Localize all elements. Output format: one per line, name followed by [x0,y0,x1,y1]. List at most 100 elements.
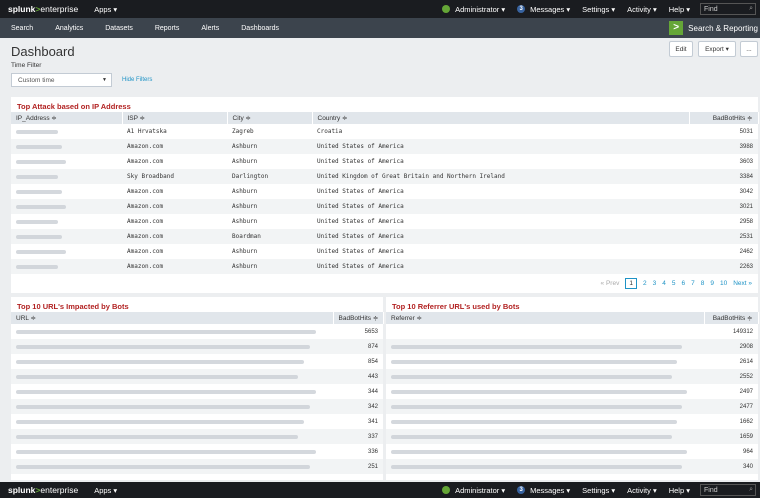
find-placeholder: Find [704,486,718,494]
table-row[interactable]: 344 [11,384,383,399]
table-row[interactable]: A1 Hrvatska Zagreb Croatia 5031 [11,124,758,139]
table-row[interactable]: 2477 [386,399,758,414]
isp-cell: Amazon.com [127,158,164,165]
table-row[interactable]: 2908 [386,339,758,354]
attack-panel: Top Attack based on IP Address IP_Addres… [11,97,759,293]
page-2[interactable]: 2 [643,280,647,287]
export-button[interactable]: Export ▾ [698,41,736,57]
table-row[interactable]: 340 [386,459,758,474]
table-row[interactable]: 964 [386,444,758,459]
table-row[interactable]: Amazon.com Ashburn United States of Americ… [11,199,758,214]
city-cell: Ashburn [232,158,258,165]
ip-address-cell [11,154,122,169]
nav-search[interactable]: Search [11,25,33,32]
activity-menu[interactable]: Activity ▾ [627,486,657,495]
table-row[interactable]: 1659 [386,429,758,444]
page-6[interactable]: 6 [681,280,685,287]
table-row[interactable]: Amazon.com Ashburn United States of Americ… [11,184,758,199]
isp-cell: Amazon.com [127,248,164,255]
messages-menu[interactable]: 3 Messages ▾ [517,5,570,14]
col-referrer[interactable]: Referrer ≑ [386,312,705,324]
apps-menu[interactable]: Apps ▾ [94,5,117,14]
badbothits-cell: 149312 [732,328,753,335]
country-cell: United States of America [312,139,689,154]
table-row[interactable]: Amazon.com Boardman United States of Ameri… [11,229,758,244]
apps-menu[interactable]: Apps ▾ [94,486,117,495]
table-row[interactable]: 337 [11,429,383,444]
url-cell [11,324,333,339]
col-badbothits[interactable]: BadBotHits ≑ [689,112,759,124]
settings-menu[interactable]: Settings ▾ [582,5,615,14]
user-menu[interactable]: Administrator ▾ [442,5,505,14]
col-badbothits[interactable]: BadBotHits ≑ [333,312,384,324]
table-row[interactable]: Amazon.com Ashburn United States of Americ… [11,214,758,229]
ip-address-cell [11,259,122,274]
splunk-logo[interactable]: splunk>enterprise [8,485,78,495]
col-badbothits[interactable]: BadBotHits ≑ [704,312,759,324]
find-input[interactable]: Find ⌕ [700,3,756,15]
table-row[interactable]: 1662 [386,414,758,429]
url-cell [11,354,333,369]
table-row[interactable]: 336 [11,444,383,459]
redacted-value [16,449,316,454]
prev-page[interactable]: « Prev [601,280,620,287]
referrer-cell [386,354,704,369]
nav-datasets[interactable]: Datasets [105,25,133,32]
col-url[interactable]: URL ≑ [11,312,334,324]
table-row[interactable]: Amazon.com Ashburn United States of Americ… [11,244,758,259]
page-9[interactable]: 9 [710,280,714,287]
hide-filters-link[interactable]: Hide Filters [122,77,152,83]
table-row[interactable]: 874 [11,339,383,354]
table-row[interactable]: Amazon.com Ashburn United States of Americ… [11,259,758,274]
nav-dashboards[interactable]: Dashboards [241,25,279,32]
table-row[interactable]: 2614 [386,354,758,369]
find-input[interactable]: Find ⌕ [700,484,756,496]
table-row[interactable]: 2497 [386,384,758,399]
splunk-logo[interactable]: splunk>enterprise [8,4,78,14]
activity-menu[interactable]: Activity ▾ [627,5,657,14]
col-country[interactable]: Country ≑ [312,112,690,124]
table-row[interactable]: 341 [11,414,383,429]
table-row[interactable]: 2552 [386,369,758,384]
nav-analytics[interactable]: Analytics [55,25,83,32]
edit-button[interactable]: Edit [669,41,693,57]
page-1[interactable]: 1 [625,278,637,289]
messages-menu[interactable]: 3 Messages ▾ [517,486,570,495]
badbothits-cell: 1659 [704,429,758,444]
page-8[interactable]: 8 [701,280,705,287]
redacted-value [16,419,304,424]
page-10[interactable]: 10 [720,280,727,287]
url-cell [11,369,333,384]
user-menu[interactable]: Administrator ▾ [442,486,505,495]
page-5[interactable]: 5 [672,280,676,287]
settings-menu[interactable]: Settings ▾ [582,486,615,495]
global-header-repeat: splunk>enterprise Apps ▾ Administrator ▾… [0,482,760,498]
nav-alerts[interactable]: Alerts [201,25,219,32]
table-row[interactable]: 342 [11,399,383,414]
table-row[interactable]: Amazon.com Ashburn United States of Americ… [11,139,758,154]
table-row[interactable]: 5653 [11,324,383,339]
table-row[interactable]: Sky Broadband Darlington United Kingdom of… [11,169,758,184]
col-isp[interactable]: ISP ≑ [122,112,228,124]
ip-address-cell [11,184,122,199]
page-4[interactable]: 4 [662,280,666,287]
time-filter-dropdown[interactable]: Custom time ▼ [11,73,112,87]
table-row[interactable]: 443 [11,369,383,384]
col-ip-address[interactable]: IP_Address ≑ [11,112,123,124]
col-city[interactable]: City ≑ [227,112,313,124]
more-actions-button[interactable]: ... [740,41,758,57]
next-page[interactable]: Next » [733,280,752,287]
help-menu[interactable]: Help ▾ [669,5,690,14]
help-menu[interactable]: Help ▾ [669,486,690,495]
nav-reports[interactable]: Reports [155,25,180,32]
badbothits-cell: 3042 [739,188,753,195]
page-7[interactable]: 7 [691,280,695,287]
table-row[interactable]: 251 [11,459,383,474]
page-3[interactable]: 3 [653,280,657,287]
table-row[interactable]: 149312 [386,324,758,339]
app-title[interactable]: > Search & Reporting [669,18,760,38]
redacted-value [16,344,310,349]
table-row[interactable]: 854 [11,354,383,369]
badbothits-cell: 1662 [739,418,753,425]
table-row[interactable]: Amazon.com Ashburn United States of Americ… [11,154,758,169]
